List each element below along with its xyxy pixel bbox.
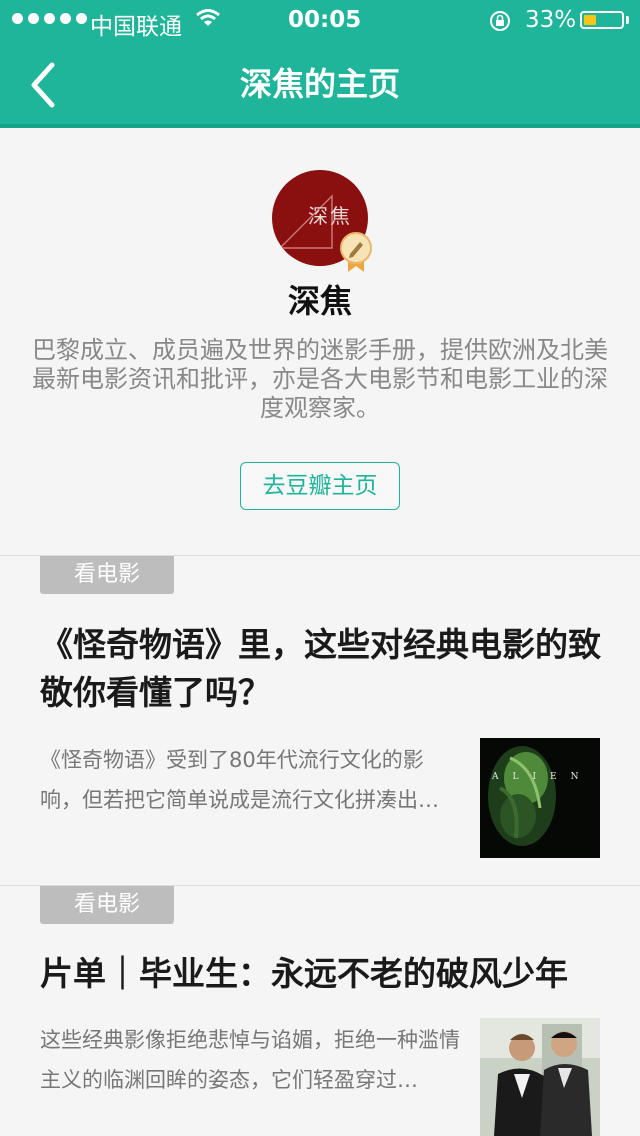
article-thumbnail[interactable]: [480, 1018, 600, 1136]
battery-icon: [580, 11, 624, 29]
carrier-name: 中国联通: [90, 14, 182, 40]
header-bar: 中国联通 00:05 33% 深焦的主页: [0, 0, 640, 128]
verified-badge-icon: [340, 232, 372, 272]
poster-title-text: ALIEN: [492, 772, 593, 782]
status-bar: 中国联通 00:05 33%: [0, 0, 640, 40]
article-tag: 看电影: [40, 556, 174, 594]
article-thumbnail[interactable]: ALIEN: [480, 738, 600, 858]
alien-poster-image: [480, 738, 600, 858]
douban-homepage-button[interactable]: 去豆瓣主页: [240, 462, 400, 510]
profile-section: 深焦 深焦 巴黎成立、成员遍及世界的迷影手册，提供欧洲及北美最新电影资讯和批评，…: [0, 128, 640, 554]
article-excerpt: 《怪奇物语》受到了80年代流行文化的影响，但若把它简单说成是流行文化拼凑出…: [40, 748, 439, 812]
signal-strength-icon: [12, 13, 87, 24]
profile-bio: 巴黎成立、成员遍及世界的迷影手册，提供欧洲及北美最新电影资讯和批评，亦是各大电影…: [32, 336, 608, 422]
clock: 00:05: [288, 7, 362, 33]
rotation-lock-icon: [488, 9, 512, 39]
avatar-logo-text: 深焦: [308, 204, 352, 228]
article-title[interactable]: 片单｜毕业生：永远不老的破风少年: [40, 950, 610, 998]
article-excerpt: 这些经典影像拒绝悲悼与谄媚，拒绝一种滥情主义的临渊回眸的姿态，它们轻盈穿过…: [40, 1028, 460, 1092]
article-title[interactable]: 《怪奇物语》里，这些对经典电影的致敬你看懂了吗？: [40, 621, 610, 717]
wifi-icon: [195, 7, 221, 35]
battery-tip: [626, 16, 629, 24]
article-tag: 看电影: [40, 886, 174, 924]
page-title: 深焦的主页: [239, 65, 400, 103]
battery-percent: 33%: [525, 7, 577, 33]
graduate-photo-image: [480, 1018, 600, 1136]
profile-name: 深焦: [287, 282, 352, 320]
